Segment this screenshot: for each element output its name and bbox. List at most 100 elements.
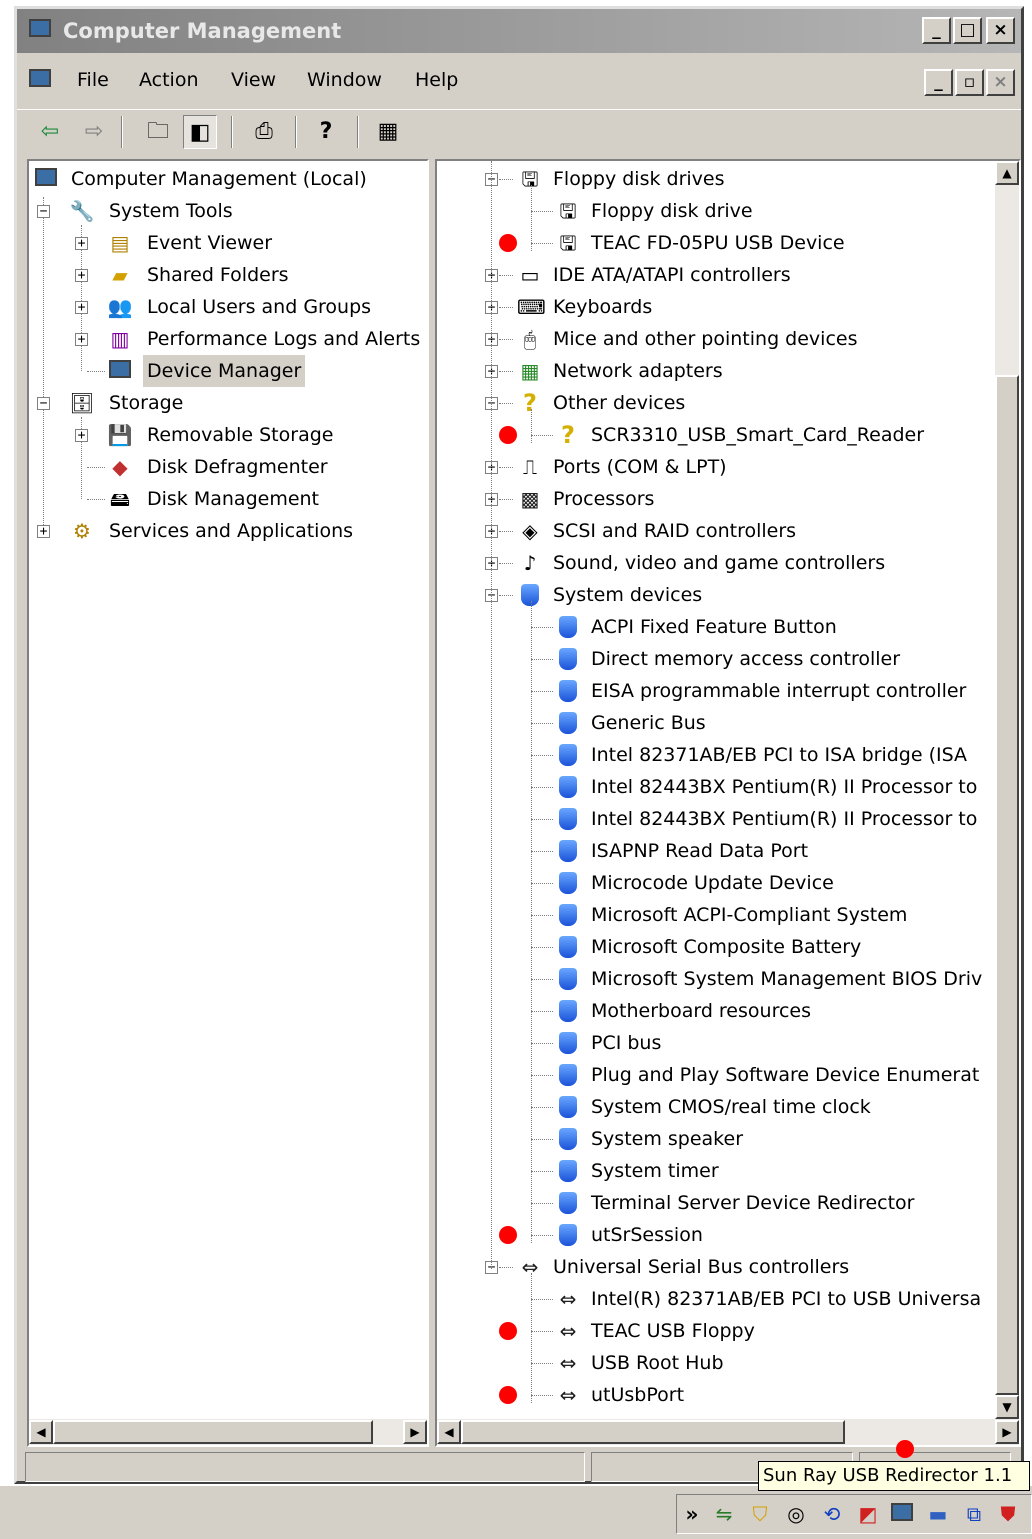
device-row[interactable]: ? SCR3310_USB_Smart_Card_Reader	[437, 419, 997, 451]
device-tree-pane[interactable]: − 🖫 Floppy disk drives 🖫 Floppy disk drive 🖫 T…	[435, 159, 1021, 1447]
tree-storage[interactable]: − 🗄 Storage	[29, 387, 427, 419]
help-icon[interactable]: ?	[309, 115, 343, 149]
device-row[interactable]: ⇔ Intel(R) 82371AB/EB PCI to USB Universa	[437, 1283, 997, 1315]
tree-disk-management[interactable]: 🖴 Disk Management	[29, 483, 427, 515]
device-row[interactable]: EISA programmable interrupt controller	[437, 675, 997, 707]
right-vertical-scrollbar[interactable]: ▲ ▼	[995, 161, 1019, 1419]
monitor-icon[interactable]	[889, 1501, 915, 1527]
tree-device-manager[interactable]: Device Manager	[29, 355, 427, 387]
tree-system-tools[interactable]: − 🔧 System Tools	[29, 195, 427, 227]
tree-event-viewer[interactable]: + ▤ Event Viewer	[29, 227, 427, 259]
maximize-button[interactable]: □	[953, 17, 982, 44]
collapse-toggle[interactable]: −	[37, 205, 50, 218]
device-row[interactable]: ⇔ utUsbPort	[437, 1379, 997, 1411]
scroll-right-button[interactable]: ▶	[403, 1420, 427, 1444]
device-category-row[interactable]: − 🖫 Floppy disk drives	[437, 163, 997, 195]
device-row[interactable]: Microsoft System Management BIOS Driv	[437, 963, 997, 995]
expand-toggle[interactable]: +	[75, 301, 88, 314]
device-row[interactable]: System CMOS/real time clock	[437, 1091, 997, 1123]
tree-disk-defragmenter[interactable]: ◆ Disk Defragmenter	[29, 451, 427, 483]
close-button[interactable]: ×	[986, 17, 1015, 44]
child-close-button[interactable]: ×	[986, 69, 1015, 96]
device-row[interactable]: ISAPNP Read Data Port	[437, 835, 997, 867]
tree-shared-folders[interactable]: + ▰ Shared Folders	[29, 259, 427, 291]
device-row[interactable]: utSrSession	[437, 1219, 997, 1251]
scroll-up-button[interactable]: ▲	[995, 161, 1019, 185]
right-horizontal-scrollbar[interactable]: ◀ ▶	[437, 1419, 1019, 1445]
flag-icon[interactable]: ◩	[855, 1501, 881, 1527]
scroll-left-button[interactable]: ◀	[437, 1420, 461, 1444]
device-row[interactable]: Generic Bus	[437, 707, 997, 739]
refresh-icon[interactable]: ⟲	[819, 1501, 845, 1527]
device-category-row[interactable]: + 🖱 Mice and other pointing devices	[437, 323, 997, 355]
device-category-row[interactable]: + ◈ SCSI and RAID controllers	[437, 515, 997, 547]
device-row[interactable]: Plug and Play Software Device Enumerat	[437, 1059, 997, 1091]
device-category-row[interactable]: + ▦ Network adapters	[437, 355, 997, 387]
device-row[interactable]: ACPI Fixed Feature Button	[437, 611, 997, 643]
forward-arrow-icon[interactable]: ⇨	[77, 115, 111, 149]
menu-action[interactable]: Action	[139, 69, 199, 91]
scroll-thumb[interactable]	[53, 1420, 373, 1444]
device-row[interactable]: Direct memory access controller	[437, 643, 997, 675]
device-category-row[interactable]: + ▩ Processors	[437, 483, 997, 515]
device-row[interactable]: System speaker	[437, 1123, 997, 1155]
device-row[interactable]: PCI bus	[437, 1027, 997, 1059]
menu-window[interactable]: Window	[307, 69, 382, 91]
minimize-button[interactable]: _	[922, 17, 951, 44]
device-row[interactable]: Microcode Update Device	[437, 867, 997, 899]
title-bar[interactable]: Computer Management _ □ ×	[17, 9, 1021, 53]
tree-perf-logs[interactable]: + ▥ Performance Logs and Alerts	[29, 323, 427, 355]
expand-toggle[interactable]: +	[75, 333, 88, 346]
device-row[interactable]: System timer	[437, 1155, 997, 1187]
device-row[interactable]: Microsoft Composite Battery	[437, 931, 997, 963]
mmc-document-icon[interactable]	[27, 67, 53, 93]
expand-toggle[interactable]: +	[75, 429, 88, 442]
menu-file[interactable]: File	[77, 69, 109, 91]
scroll-down-button[interactable]: ▼	[995, 1395, 1019, 1419]
scroll-right-button[interactable]: ▶	[995, 1420, 1019, 1444]
tree-removable-storage[interactable]: + 💾 Removable Storage	[29, 419, 427, 451]
child-restore-button[interactable]: ▫	[955, 69, 984, 96]
device-row[interactable]: Motherboard resources	[437, 995, 997, 1027]
device-category-row[interactable]: + ⌨ Keyboards	[437, 291, 997, 323]
window-icon[interactable]: ⧉	[961, 1501, 987, 1527]
device-row[interactable]: Intel 82443BX Pentium(R) II Processor to	[437, 803, 997, 835]
device-row[interactable]: ⇔ USB Root Hub	[437, 1347, 997, 1379]
device-category-row[interactable]: + ♪ Sound, video and game controllers	[437, 547, 997, 579]
shield-icon[interactable]: ⛉	[747, 1501, 773, 1527]
device-row[interactable]: 🖫 TEAC FD-05PU USB Device	[437, 227, 997, 259]
device-category-row[interactable]: −? Other devices	[437, 387, 997, 419]
scroll-thumb[interactable]	[995, 375, 1019, 1395]
menu-view[interactable]: View	[231, 69, 276, 91]
tree-local-users[interactable]: + 👥 Local Users and Groups	[29, 291, 427, 323]
tray-chevron[interactable]: »	[679, 1501, 705, 1527]
child-minimize-button[interactable]: _	[924, 69, 953, 96]
scroll-thumb[interactable]	[461, 1420, 845, 1444]
device-row[interactable]: Intel 82443BX Pentium(R) II Processor to	[437, 771, 997, 803]
device-row[interactable]: Intel 82371AB/EB PCI to ISA bridge (ISA	[437, 739, 997, 771]
tree-root[interactable]: Computer Management (Local)	[29, 163, 427, 195]
back-arrow-icon[interactable]: ⇦	[33, 115, 67, 149]
print-icon[interactable]: ⎙	[247, 115, 281, 149]
device-row[interactable]: ⇔ TEAC USB Floppy	[437, 1315, 997, 1347]
speaker-icon[interactable]: ◎	[783, 1501, 809, 1527]
console-tree-pane[interactable]: Computer Management (Local) − 🔧 System T…	[27, 159, 429, 1447]
properties-icon[interactable]: ▦	[371, 115, 405, 149]
device-row[interactable]: Terminal Server Device Redirector	[437, 1187, 997, 1219]
usb-drive-icon[interactable]: ▬	[925, 1501, 951, 1527]
expand-toggle[interactable]: +	[75, 269, 88, 282]
device-row[interactable]: Microsoft ACPI-Compliant System	[437, 899, 997, 931]
device-category-row[interactable]: + ⎍ Ports (COM & LPT)	[437, 451, 997, 483]
network-icon[interactable]: ⇋	[711, 1501, 737, 1527]
scroll-left-button[interactable]: ◀	[29, 1420, 53, 1444]
expand-toggle[interactable]: +	[75, 237, 88, 250]
expand-toggle[interactable]: +	[37, 525, 50, 538]
alert-icon[interactable]: ⛊	[995, 1501, 1021, 1527]
tree-services-apps[interactable]: + ⚙ Services and Applications	[29, 515, 427, 547]
device-row[interactable]: 🖫 Floppy disk drive	[437, 195, 997, 227]
left-horizontal-scrollbar[interactable]: ◀ ▶	[29, 1419, 427, 1445]
show-hide-tree-icon[interactable]: ◧	[183, 115, 217, 149]
device-category-row[interactable]: − ⇔ Universal Serial Bus controllers	[437, 1251, 997, 1283]
collapse-toggle[interactable]: −	[37, 397, 50, 410]
device-category-row[interactable]: + ▭ IDE ATA/ATAPI controllers	[437, 259, 997, 291]
